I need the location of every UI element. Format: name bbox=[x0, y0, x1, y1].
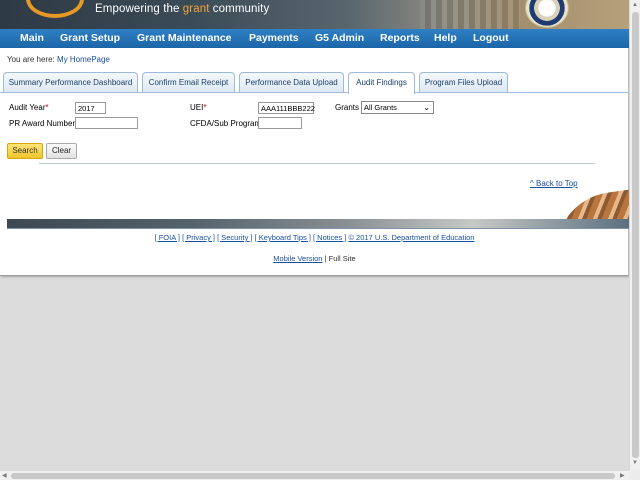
uei-input[interactable]: AAA111BBB222 bbox=[258, 102, 315, 114]
page-container: Empowering the grant community Main Gran… bbox=[0, 0, 629, 276]
scroll-right-icon[interactable]: ▶ bbox=[620, 472, 625, 479]
footer-link-copyright[interactable]: © 2017 U.S. Department of Education bbox=[348, 233, 474, 242]
footer-band-line bbox=[7, 228, 629, 229]
tab-program-files-upload[interactable]: Program Files Upload bbox=[419, 72, 508, 93]
grants-label: Grants bbox=[335, 103, 360, 112]
nav-grant-setup[interactable]: Grant Setup bbox=[60, 32, 120, 44]
header-banner: Empowering the grant community bbox=[0, 0, 629, 29]
nav-grant-maintenance[interactable]: Grant Maintenance bbox=[137, 32, 232, 44]
tab-audit-findings[interactable]: Audit Findings bbox=[348, 72, 415, 94]
nav-main[interactable]: Main bbox=[20, 32, 44, 44]
full-site-label: Full Site bbox=[328, 254, 356, 263]
pr-award-number-label: PR Award Number bbox=[9, 119, 76, 128]
breadcrumb: You are here: My HomePage bbox=[7, 55, 110, 64]
mobile-version-link[interactable]: Mobile Version bbox=[273, 254, 322, 263]
cfda-sub-program-input[interactable] bbox=[258, 117, 302, 129]
tab-confirm-email-receipt[interactable]: Confirm Email Receipt bbox=[142, 72, 235, 93]
scroll-left-icon[interactable]: ◀ bbox=[2, 472, 7, 479]
tab-summary-performance-dashboard[interactable]: Summary Performance Dashboard bbox=[3, 72, 138, 93]
department-seal-icon bbox=[525, 0, 569, 28]
form-divider bbox=[39, 163, 595, 164]
pr-award-number-input[interactable] bbox=[75, 117, 138, 129]
chevron-down-icon: ⌄ bbox=[423, 103, 430, 112]
header-library-image bbox=[420, 0, 520, 29]
tab-performance-data-upload[interactable]: Performance Data Upload bbox=[239, 72, 344, 93]
tabs-baseline bbox=[0, 92, 629, 93]
main-nav: Main Grant Setup Grant Maintenance Payme… bbox=[0, 29, 629, 48]
uei-label: UEI* bbox=[190, 103, 207, 112]
nav-help[interactable]: Help bbox=[434, 32, 457, 44]
footer-link-privacy[interactable]: [ Privacy ] bbox=[182, 233, 215, 242]
footer-link-notices[interactable]: [ Notices ] bbox=[313, 233, 346, 242]
nav-reports[interactable]: Reports bbox=[380, 32, 420, 44]
footer-band-image bbox=[7, 219, 629, 228]
nav-logout[interactable]: Logout bbox=[473, 32, 509, 44]
vertical-scroll-thumb[interactable] bbox=[632, 12, 639, 458]
footer-link-security[interactable]: [ Security ] bbox=[217, 233, 252, 242]
nav-payments[interactable]: Payments bbox=[249, 32, 299, 44]
nav-g5-admin[interactable]: G5 Admin bbox=[315, 32, 364, 44]
footer-link-foia[interactable]: [ FOIA ] bbox=[155, 233, 180, 242]
g5-logo bbox=[26, 0, 84, 18]
footer-links: [ FOIA ] [ Privacy ] [ Security ] [ Keyb… bbox=[0, 233, 629, 242]
vertical-scrollbar[interactable]: ▲ ▼ bbox=[629, 0, 640, 470]
footer-link-keyboard-tips[interactable]: [ Keyboard Tips ] bbox=[255, 233, 311, 242]
grants-select[interactable]: All Grants ⌄ bbox=[361, 101, 434, 114]
cfda-sub-program-label: CFDA/Sub Program bbox=[190, 119, 262, 128]
clear-button[interactable]: Clear bbox=[46, 143, 77, 159]
header-tagline: Empowering the grant community bbox=[95, 3, 270, 15]
search-button[interactable]: Search bbox=[7, 143, 43, 159]
footer-corner-decoration bbox=[552, 179, 629, 219]
scroll-down-icon[interactable]: ▼ bbox=[632, 460, 638, 466]
horizontal-scrollbar[interactable]: ◀ ▶ bbox=[0, 470, 629, 480]
horizontal-scroll-thumb[interactable] bbox=[11, 473, 615, 479]
scrollbar-corner bbox=[629, 470, 640, 480]
audit-year-input[interactable]: 2017 bbox=[75, 102, 106, 114]
footer-version-switch: Mobile Version | Full Site bbox=[273, 254, 356, 263]
breadcrumb-homepage-link[interactable]: My HomePage bbox=[57, 55, 110, 64]
audit-year-label: Audit Year* bbox=[9, 103, 49, 112]
scroll-up-icon[interactable]: ▲ bbox=[632, 2, 638, 8]
